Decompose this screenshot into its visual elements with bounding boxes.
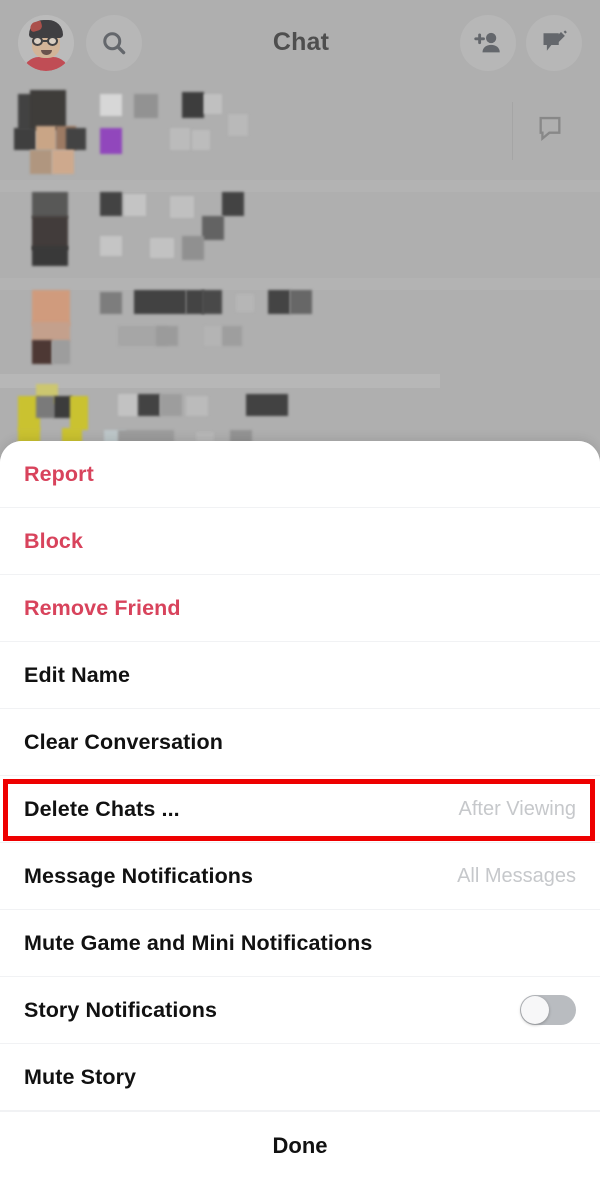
menu-item-label: Mute Game and Mini Notifications <box>24 930 373 955</box>
story-notifications-toggle[interactable] <box>520 995 576 1025</box>
menu-item-clear-conversation[interactable]: Clear Conversation <box>0 709 600 776</box>
avatar[interactable] <box>18 14 74 71</box>
menu-item-label: Edit Name <box>24 662 131 687</box>
new-chat-button[interactable] <box>526 14 582 71</box>
menu-item-block[interactable]: Block <box>0 508 600 575</box>
menu-item-label: Delete Chats ... <box>24 796 180 821</box>
page-title: Chat <box>272 28 330 56</box>
menu-item-report[interactable]: Report <box>0 441 600 508</box>
menu-item-delete-chats[interactable]: Delete Chats ... After Viewing <box>0 776 600 843</box>
menu-item-label: Message Notifications <box>24 863 254 888</box>
search-icon <box>103 31 126 54</box>
menu-item-mute-story[interactable]: Mute Story <box>0 1044 600 1111</box>
menu-item-message-notifications[interactable]: Message Notifications All Messages <box>0 843 600 910</box>
new-chat-icon <box>543 29 567 51</box>
chat-settings-action-sheet: Report Block Remove Friend Edit Name Cle… <box>0 441 600 1183</box>
menu-item-mute-game-and-mini-notifications[interactable]: Mute Game and Mini Notifications <box>0 910 600 977</box>
add-friend-icon <box>474 32 500 52</box>
menu-item-remove-friend[interactable]: Remove Friend <box>0 575 600 642</box>
done-button-label: Done <box>272 1133 328 1158</box>
bitmoji-avatar-icon <box>18 14 74 71</box>
menu-item-label: Report <box>24 461 94 486</box>
app-header: Chat <box>0 0 600 85</box>
chat-bubble-icon[interactable] <box>536 114 564 142</box>
add-friend-button[interactable] <box>460 14 516 71</box>
chat-list-item[interactable] <box>0 88 600 188</box>
search-button[interactable] <box>86 14 142 71</box>
menu-item-label: Story Notifications <box>24 997 218 1022</box>
menu-item-label: Block <box>24 528 84 553</box>
menu-item-label: Clear Conversation <box>24 729 223 754</box>
menu-item-label: Remove Friend <box>24 595 181 620</box>
toggle-knob <box>521 996 549 1024</box>
menu-item-edit-name[interactable]: Edit Name <box>0 642 600 709</box>
chat-list-item[interactable] <box>0 286 600 386</box>
menu-item-story-notifications[interactable]: Story Notifications <box>0 977 600 1044</box>
menu-item-value: After Viewing <box>458 797 576 820</box>
done-button[interactable]: Done <box>0 1111 600 1180</box>
menu-item-label: Mute Story <box>24 1064 137 1089</box>
chat-list-item[interactable] <box>0 188 600 288</box>
menu-item-value: All Messages <box>457 864 576 887</box>
